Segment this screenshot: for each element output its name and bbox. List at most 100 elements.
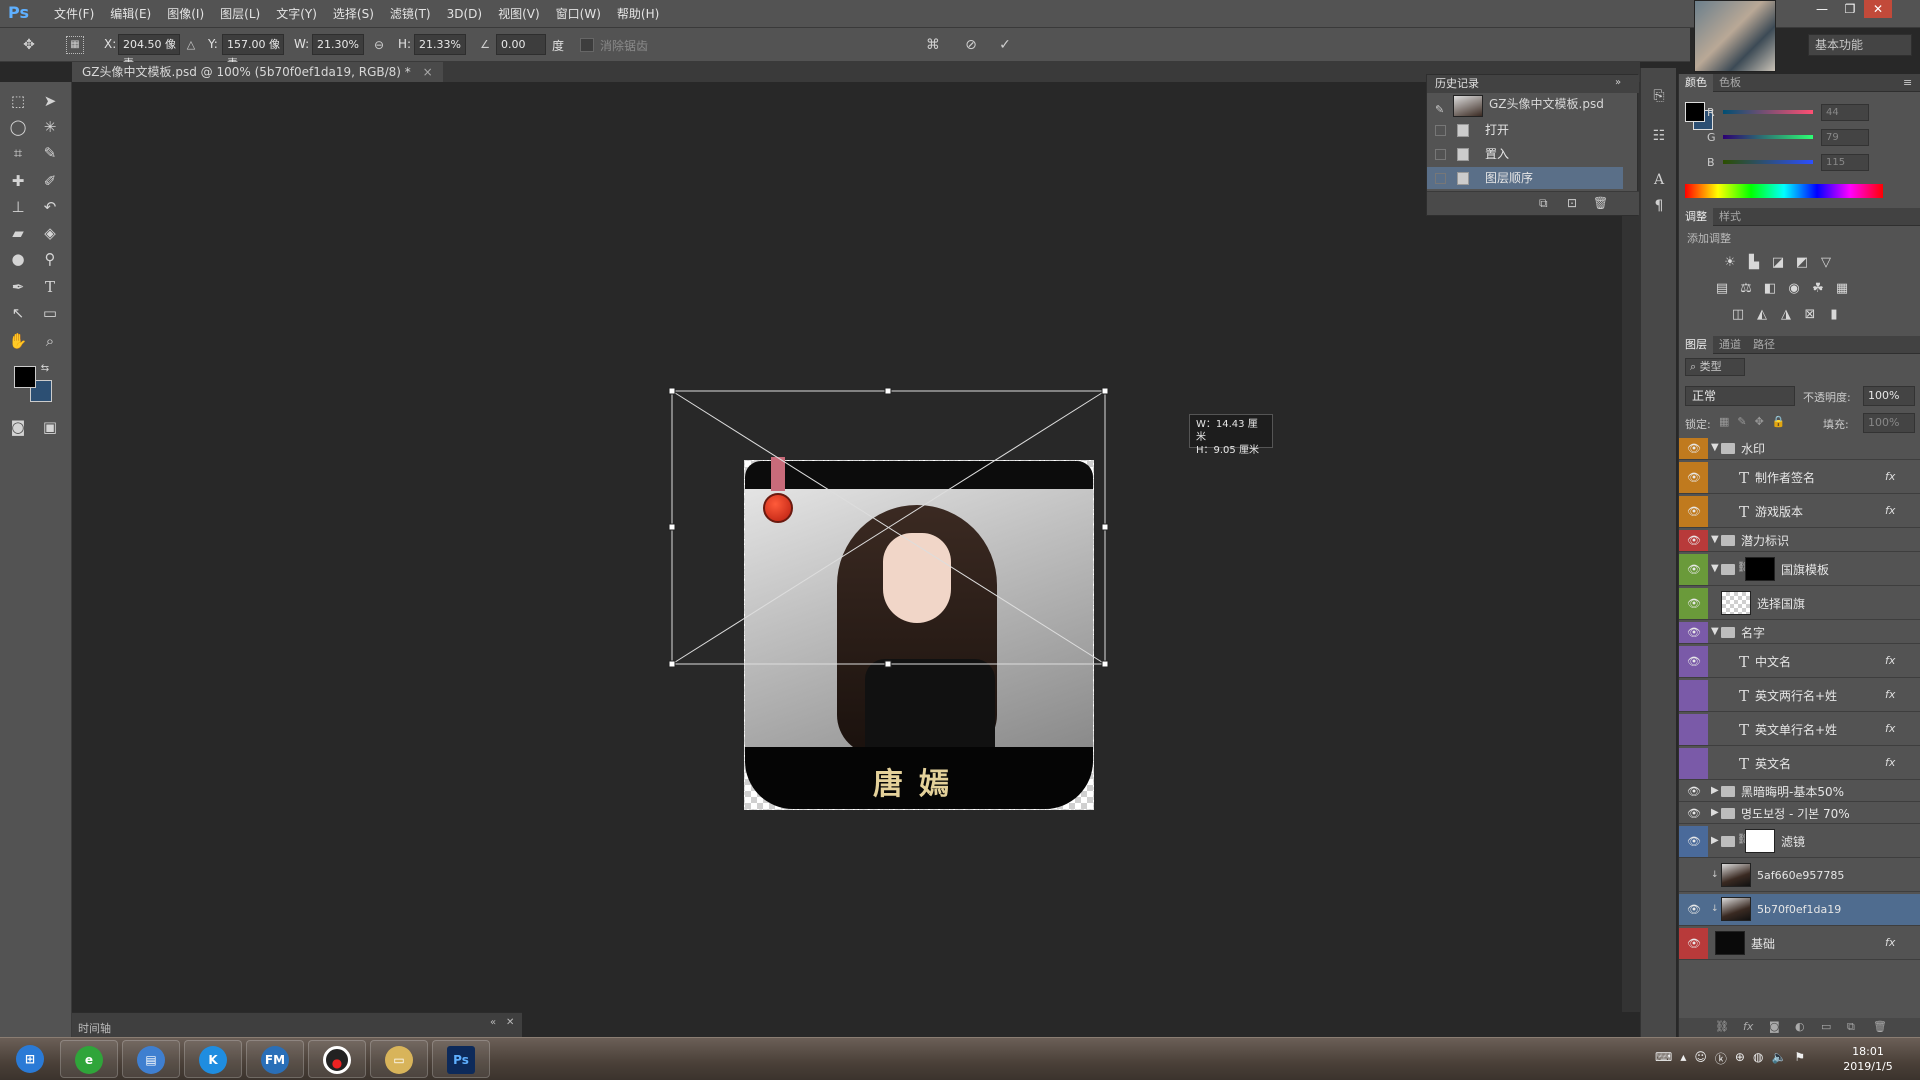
- eye-icon[interactable]: 👁: [1686, 937, 1702, 951]
- w-input[interactable]: 21.30%: [312, 34, 364, 55]
- invert-icon[interactable]: ◫: [1729, 306, 1747, 324]
- close-timeline-icon[interactable]: ✕: [506, 1017, 514, 1028]
- layer-row[interactable]: 👁 基础 fx: [1679, 928, 1920, 960]
- history-item[interactable]: 置入: [1427, 143, 1623, 165]
- color-foreground-swatch[interactable]: [1685, 102, 1705, 122]
- eye-icon[interactable]: 👁: [1686, 835, 1702, 849]
- paragraph-dock-icon[interactable]: ¶: [1649, 196, 1669, 216]
- taskbar-fm-button[interactable]: FM: [246, 1040, 304, 1078]
- type-tool-icon[interactable]: T: [38, 276, 62, 298]
- threshold-icon[interactable]: ◮: [1777, 306, 1795, 324]
- g-bar[interactable]: [1723, 135, 1813, 139]
- eye-icon[interactable]: 👁: [1686, 505, 1702, 519]
- marquee-tool-icon[interactable]: ⬚: [6, 90, 30, 112]
- opacity-input[interactable]: 100%: [1863, 386, 1915, 406]
- h-input[interactable]: 21.33%: [414, 34, 466, 55]
- link-layers-icon[interactable]: ⛓: [1715, 1020, 1729, 1033]
- brightness-icon[interactable]: ☀: [1721, 254, 1739, 272]
- blend-mode-select[interactable]: 正常: [1685, 386, 1795, 406]
- color-spectrum[interactable]: [1685, 184, 1883, 198]
- layer-row[interactable]: 👁 T 制作者签名 fx: [1679, 462, 1920, 494]
- vibrance-icon[interactable]: ▽: [1817, 254, 1835, 272]
- layer-mask-thumbnail[interactable]: [1745, 829, 1775, 853]
- layer-row[interactable]: 👁 ↓ 5b70f0ef1da19: [1679, 894, 1920, 926]
- hidden-eye-box[interactable]: [1686, 689, 1702, 703]
- handle-top-middle[interactable]: [884, 387, 892, 395]
- brush-tool-icon[interactable]: ✐: [38, 170, 62, 192]
- layer-row[interactable]: 👁 ▶ 명도보정 - 기본 70%: [1679, 804, 1920, 824]
- foreground-color-swatch[interactable]: [14, 366, 36, 388]
- layer-row[interactable]: ↓ 5af660e957785: [1679, 860, 1920, 892]
- close-button[interactable]: ✕: [1864, 0, 1892, 18]
- eye-icon[interactable]: 👁: [1686, 563, 1702, 577]
- history-snapshot[interactable]: ✎ GZ头像中文模板.psd: [1427, 93, 1623, 119]
- black-white-icon[interactable]: ◧: [1761, 280, 1779, 298]
- eye-icon[interactable]: 👁: [1686, 903, 1702, 917]
- b-input[interactable]: 115: [1821, 154, 1869, 171]
- zoom-tool-icon[interactable]: ⌕: [38, 330, 62, 352]
- hidden-eye-box[interactable]: [1686, 757, 1702, 771]
- new-group-icon[interactable]: ▭: [1821, 1020, 1831, 1033]
- eye-icon[interactable]: 👁: [1686, 807, 1702, 821]
- paint-bucket-icon[interactable]: ◈: [38, 222, 62, 244]
- menu-item[interactable]: 编辑(E): [102, 0, 159, 28]
- taskbar-book-button[interactable]: ▤: [122, 1040, 180, 1078]
- handle-top-right[interactable]: [1101, 387, 1109, 395]
- expanded-triangle-icon[interactable]: ▼: [1711, 563, 1719, 574]
- gradient-map-icon[interactable]: ▮: [1825, 306, 1843, 324]
- warp-icon[interactable]: ⌘: [922, 34, 944, 56]
- g-input[interactable]: 79: [1821, 129, 1869, 146]
- rectangle-tool-icon[interactable]: ▭: [38, 302, 62, 324]
- history-item[interactable]: 图层顺序: [1427, 167, 1623, 189]
- timeline-panel[interactable]: 时间轴 « ✕: [72, 1012, 522, 1037]
- exposure-icon[interactable]: ◩: [1793, 254, 1811, 272]
- angle-input[interactable]: 0.00: [496, 34, 546, 55]
- menu-item[interactable]: 窗口(W): [548, 0, 609, 28]
- layer-row[interactable]: T 英文名 fx: [1679, 748, 1920, 780]
- history-dock-icon[interactable]: ⎘: [1649, 86, 1669, 106]
- add-mask-icon[interactable]: ◙: [1769, 1020, 1780, 1033]
- posterize-icon[interactable]: ◭: [1753, 306, 1771, 324]
- close-tab-icon[interactable]: ×: [423, 65, 433, 79]
- layer-row[interactable]: 👁 ▼ 水印: [1679, 438, 1920, 460]
- b-bar[interactable]: [1723, 160, 1813, 164]
- hue-saturation-icon[interactable]: ▤: [1713, 280, 1731, 298]
- path-select-icon[interactable]: ↖: [6, 302, 30, 324]
- fx-badge[interactable]: fx: [1885, 936, 1895, 949]
- handle-middle-right[interactable]: [1101, 523, 1109, 531]
- fx-badge[interactable]: fx: [1885, 470, 1895, 483]
- tray-k-icon[interactable]: ⓚ: [1715, 1050, 1727, 1067]
- snapshot-camera-icon[interactable]: ⊡: [1567, 196, 1577, 210]
- taskbar-photoshop-button[interactable]: Ps: [432, 1040, 490, 1078]
- eye-icon[interactable]: 👁: [1686, 471, 1702, 485]
- panel-menu-icon[interactable]: ≡: [1897, 74, 1918, 92]
- menu-item[interactable]: 视图(V): [490, 0, 548, 28]
- lasso-tool-icon[interactable]: ◯: [6, 116, 30, 138]
- eye-icon[interactable]: 👁: [1686, 626, 1702, 640]
- handle-middle-left[interactable]: [668, 523, 676, 531]
- r-slider[interactable]: R 44: [1679, 104, 1920, 122]
- adjustment-layer-icon[interactable]: ◐: [1795, 1020, 1805, 1033]
- r-bar[interactable]: [1723, 110, 1813, 114]
- layer-row[interactable]: 👁 T 游戏版本 fx: [1679, 496, 1920, 528]
- menu-item[interactable]: 帮助(H): [609, 0, 667, 28]
- history-brush-icon[interactable]: ↶: [38, 196, 62, 218]
- eye-icon[interactable]: 👁: [1686, 442, 1702, 456]
- fx-badge[interactable]: fx: [1885, 688, 1895, 701]
- handle-bottom-right[interactable]: [1101, 660, 1109, 668]
- flag-icon[interactable]: ⚑: [1794, 1050, 1805, 1067]
- clock[interactable]: 18:01 2019/1/5: [1826, 1044, 1910, 1074]
- fx-badge[interactable]: fx: [1885, 504, 1895, 517]
- crop-tool-icon[interactable]: ⌗: [6, 142, 30, 164]
- eyedropper-icon[interactable]: ✎: [38, 142, 62, 164]
- lock-icons[interactable]: ▦✎✥🔒: [1719, 415, 1794, 428]
- taskbar-explorer-button[interactable]: ▭: [370, 1040, 428, 1078]
- tab-paths[interactable]: 路径: [1747, 336, 1781, 354]
- handle-top-left[interactable]: [668, 387, 676, 395]
- trash-icon[interactable]: 🗑: [1593, 196, 1608, 210]
- layer-row[interactable]: 👁 ▶ ⛓ 滤镜: [1679, 826, 1920, 858]
- tab-adjustments[interactable]: 调整: [1679, 208, 1713, 226]
- canvas-area[interactable]: 唐嫣 W：14.43 厘米 H：9.05 厘米: [72, 82, 1640, 1012]
- commit-transform-icon[interactable]: ✓: [994, 34, 1016, 56]
- eye-icon[interactable]: 👁: [1686, 655, 1702, 669]
